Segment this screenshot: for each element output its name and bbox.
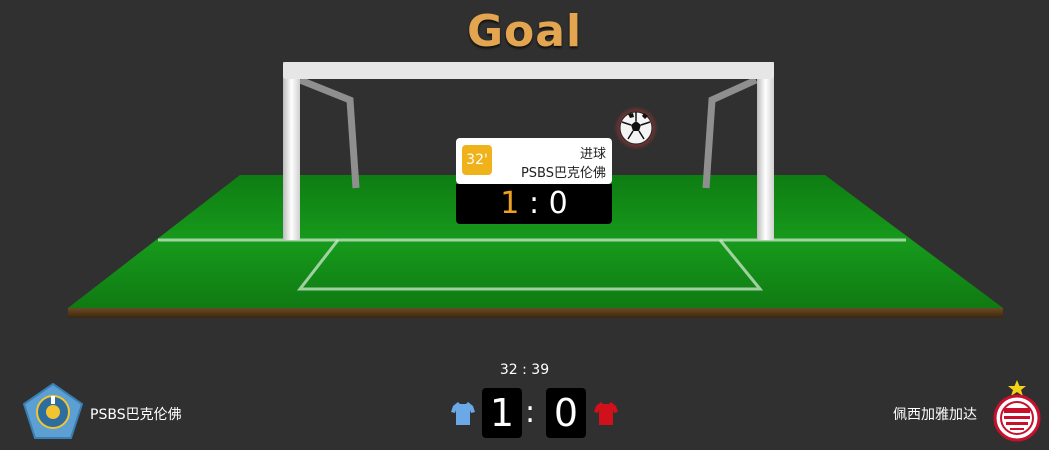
- event-score-home: 1: [500, 186, 520, 221]
- soccer-ball-icon: [614, 106, 658, 150]
- goal-title: Goal: [466, 6, 583, 57]
- away-shirt-icon: [594, 402, 618, 425]
- goal-post-right: [757, 62, 774, 240]
- event-info: 32' 进球 PSBS巴克伦佛: [456, 138, 612, 184]
- away-team-logo: [993, 380, 1041, 442]
- away-team-name: 佩西加雅加达: [893, 407, 977, 423]
- score-separator: :: [525, 395, 536, 430]
- goal-animation-stage: Goal 32' 进球 PSBS巴克伦佛 1 : 0: [0, 0, 1049, 352]
- goal-event-card: 32' 进球 PSBS巴克伦佛 1 : 0: [456, 138, 612, 224]
- home-team-name: PSBS巴克伦佛: [90, 407, 182, 423]
- home-score: 1: [482, 388, 522, 438]
- goal-post-left: [283, 62, 300, 240]
- event-type: 进球: [579, 147, 606, 162]
- event-team: PSBS巴克伦佛: [520, 166, 606, 181]
- match-score-bar: 32 : 39 PSBS巴克伦佛 1 : 0 佩西加雅加达: [0, 352, 1049, 450]
- net-frame-right: [702, 76, 758, 189]
- pitch-soil: [68, 308, 1003, 318]
- event-score: 1 : 0: [456, 184, 612, 224]
- match-clock: 32 : 39: [499, 362, 550, 378]
- event-score-separator: :: [528, 186, 540, 221]
- goal-crossbar: [283, 62, 774, 79]
- away-score: 0: [546, 388, 586, 438]
- home-team-logo: [22, 382, 84, 439]
- net-frame-left: [298, 76, 360, 189]
- home-shirt-icon: [451, 402, 475, 425]
- event-minute-badge: 32': [462, 145, 492, 175]
- event-score-away: 0: [548, 186, 568, 221]
